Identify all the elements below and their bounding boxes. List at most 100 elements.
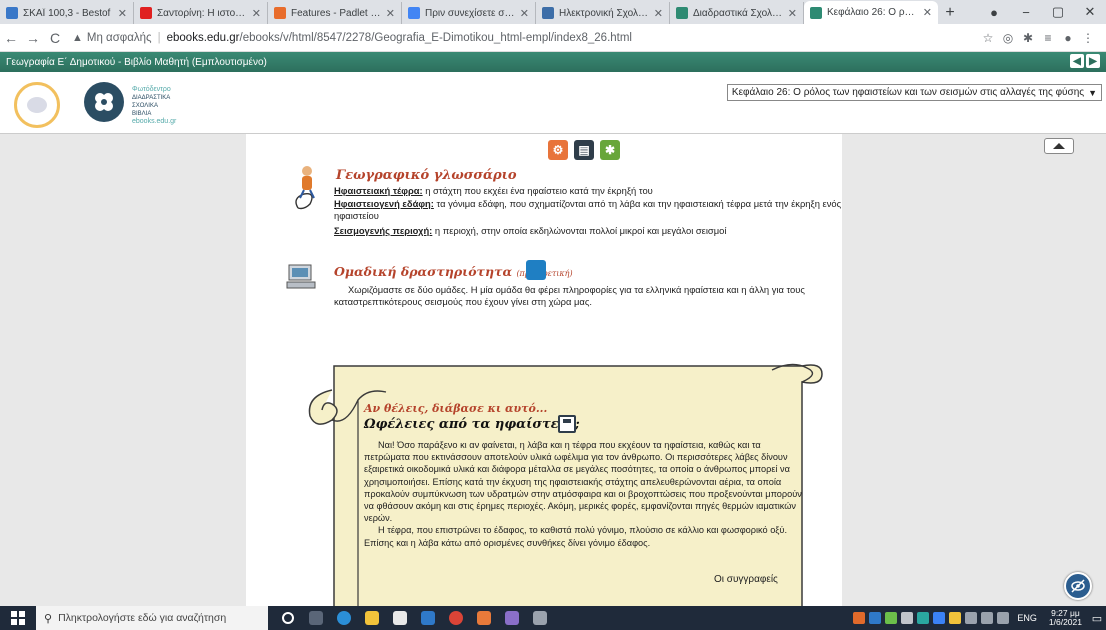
- keyboard-icon[interactable]: [997, 612, 1010, 624]
- logo-text: Φωτόδεντρο ΔΙΑΔΡΑΣΤΙΚΑ ΣΧΟΛΙΚΑ ΒΙΒΛΙΑ eb…: [132, 86, 177, 125]
- reading-title: Ωφέλειες από τα ηφαίστεια;: [364, 417, 580, 432]
- file-explorer-icon[interactable]: [358, 606, 386, 630]
- close-tab-icon[interactable]: ✕: [520, 7, 529, 20]
- back-button[interactable]: ←: [0, 30, 22, 46]
- notebook-icon[interactable]: ▤: [574, 140, 594, 160]
- ministry-logo[interactable]: [14, 82, 60, 128]
- new-tab-button[interactable]: +: [938, 2, 962, 24]
- edge-icon[interactable]: [330, 606, 358, 630]
- star-icon[interactable]: ☆: [978, 31, 998, 45]
- interactive-map-icon[interactable]: ⚙: [548, 140, 568, 160]
- browser-tab-active[interactable]: Κεφάλαιο 26: Ο ρόλος ✕: [804, 1, 938, 24]
- language-indicator[interactable]: ENG: [1017, 613, 1037, 623]
- reading-scroll: Αν θέλεις, διάβασε κι αυτό... Ωφέλειες α…: [302, 360, 842, 610]
- cortana-icon[interactable]: [274, 606, 302, 630]
- photodentro-logo-icon[interactable]: [84, 82, 124, 122]
- toolbar-icons: ☆ ◎ ✱ ≡ ● ⋮: [978, 31, 1098, 45]
- prev-page-arrow-icon[interactable]: ◀: [1070, 54, 1084, 68]
- page-nav-arrows: ◀ ▶: [1070, 54, 1100, 68]
- chevron-down-icon: ▼: [1088, 87, 1097, 98]
- volume-icon[interactable]: [965, 612, 978, 624]
- tray-app-icon[interactable]: [901, 612, 914, 624]
- not-secure-warning-icon[interactable]: ▲: [72, 32, 83, 44]
- close-tab-icon[interactable]: ✕: [118, 7, 127, 20]
- chrome-icon[interactable]: [442, 606, 470, 630]
- store-icon[interactable]: [386, 606, 414, 630]
- profile-icon[interactable]: ●: [1058, 31, 1078, 45]
- collapse-header-button[interactable]: [1044, 138, 1074, 154]
- external-activity-icon[interactable]: [526, 260, 546, 280]
- reading-list-icon[interactable]: ≡: [1038, 31, 1058, 45]
- tab-title: Features - Padlet Backp: [291, 7, 382, 19]
- tray-app-icon[interactable]: [853, 612, 866, 624]
- notebook-icon[interactable]: [558, 415, 576, 433]
- glossary-entry: Ηφαιστειακή τέφρα: η στάχτη που εκχέει έ…: [334, 185, 854, 197]
- browser-tab[interactable]: Ηλεκτρονική Σχολική Τ ✕: [536, 2, 670, 24]
- browser-tab[interactable]: Σαντορίνη: Η ιστορία τ ✕: [134, 2, 268, 24]
- close-tab-icon[interactable]: ✕: [386, 7, 395, 20]
- taskbar-search[interactable]: ⚲ Πληκτρολογήστε εδώ για αναζήτηση: [36, 606, 268, 630]
- browser-tab[interactable]: Features - Padlet Backp ✕: [268, 2, 402, 24]
- tray-app-icon[interactable]: [933, 612, 946, 624]
- search-icon: ⚲: [44, 612, 53, 625]
- task-view-icon[interactable]: [302, 606, 330, 630]
- reading-author: Οι συγγραφείς: [714, 574, 778, 585]
- windows-logo-icon: [11, 611, 25, 625]
- address-bar[interactable]: ▲ Μη ασφαλής | ebooks.edu.gr/ebooks/v/ht…: [72, 32, 978, 44]
- profile-circle-icon[interactable]: ●: [978, 5, 1010, 20]
- forward-button[interactable]: →: [22, 30, 44, 46]
- tab-favicon: [274, 7, 286, 19]
- tray-app-icon[interactable]: [885, 612, 898, 624]
- browser-tab[interactable]: Πριν συνεχίσετε στο Yo ✕: [402, 2, 536, 24]
- accessibility-eye-icon[interactable]: [1064, 572, 1092, 600]
- reading-paragraph: Η τέφρα, που επιστρώνει το έδαφος, το κα…: [364, 525, 787, 548]
- tab-favicon: [810, 6, 822, 19]
- reload-button[interactable]: C: [44, 30, 66, 46]
- tab-favicon: [6, 7, 18, 19]
- paint-icon[interactable]: [470, 606, 498, 630]
- windows-start-button[interactable]: [0, 606, 36, 630]
- minimize-button[interactable]: −: [1010, 5, 1042, 20]
- taskbar-clock[interactable]: 9:27 μμ 1/6/2021: [1049, 609, 1082, 627]
- window-controls: ● − ▢ ✕: [978, 0, 1106, 24]
- site-header-bar: Γεωγραφία Ε΄ Δημοτικού - Βιβλίο Μαθητή (…: [0, 52, 1106, 72]
- glossary-definition: η περιοχή, στην οποία εκδηλώνονται πολλο…: [432, 225, 727, 236]
- close-window-button[interactable]: ✕: [1074, 4, 1106, 20]
- logo-area: Φωτόδεντρο ΔΙΑΔΡΑΣΤΙΚΑ ΣΧΟΛΙΚΑ ΒΙΒΛΙΑ eb…: [0, 72, 1106, 134]
- tray-app-icon[interactable]: [917, 612, 930, 624]
- notes-icon[interactable]: [498, 606, 526, 630]
- page-action-icons: ⚙ ▤ ✱: [548, 140, 620, 160]
- url-path: /ebooks/v/html/8547/2278/Geografia_E-Dim…: [239, 31, 633, 44]
- browser-tab[interactable]: Διαδραστικά Σχολικά Β ✕: [670, 2, 804, 24]
- chapter-select[interactable]: Κεφάλαιο 26: Ο ρόλος των ηφαιστείων και …: [726, 84, 1102, 101]
- group-activity-text: Χωριζόμαστε σε δύο ομάδες. Η μία ομάδα θ…: [334, 284, 805, 307]
- tab-title: Ηλεκτρονική Σχολική Τ: [559, 7, 650, 19]
- close-tab-icon[interactable]: ✕: [252, 7, 261, 20]
- close-tab-icon[interactable]: ✕: [788, 7, 797, 20]
- computer-icon: [286, 264, 316, 289]
- tab-favicon: [140, 7, 152, 19]
- tab-title: Κεφάλαιο 26: Ο ρόλος: [827, 7, 919, 18]
- browser-toolbar: ← → C ▲ Μη ασφαλής | ebooks.edu.gr/ebook…: [0, 24, 1106, 52]
- tray-app-icon[interactable]: [869, 612, 882, 624]
- maximize-button[interactable]: ▢: [1042, 4, 1074, 20]
- next-page-arrow-icon[interactable]: ▶: [1086, 54, 1100, 68]
- puzzle-icon[interactable]: ✱: [1018, 31, 1038, 45]
- photos-icon[interactable]: [526, 606, 554, 630]
- close-tab-icon[interactable]: ✕: [654, 7, 663, 20]
- network-icon[interactable]: [981, 612, 994, 624]
- glossary-definition: η στάχτη που εκχέει ένα ηφαίστειο κατά τ…: [422, 185, 653, 196]
- close-tab-icon[interactable]: ✕: [923, 6, 932, 19]
- chapter-select-value: Κεφάλαιο 26: Ο ρόλος των ηφαιστείων και …: [731, 87, 1085, 98]
- reading-subtitle: Αν θέλεις, διάβασε κι αυτό...: [364, 402, 548, 415]
- mail-icon[interactable]: [414, 606, 442, 630]
- menu-icon[interactable]: ⋮: [1078, 31, 1098, 45]
- glossary-term: Ηφαιστειακή τέφρα:: [334, 185, 423, 196]
- extension-icon[interactable]: ◎: [998, 31, 1018, 45]
- notification-icon[interactable]: ▭: [1088, 612, 1106, 625]
- tray-app-icon[interactable]: [949, 612, 962, 624]
- activity-icon[interactable]: ✱: [600, 140, 620, 160]
- book-title: Γεωγραφία Ε΄ Δημοτικού - Βιβλίο Μαθητή (…: [6, 56, 267, 68]
- glossary-term: Σεισμογενής περιοχή:: [334, 225, 433, 236]
- browser-tab[interactable]: ΣΚΑΪ 100,3 - Bestof ✕: [0, 2, 134, 24]
